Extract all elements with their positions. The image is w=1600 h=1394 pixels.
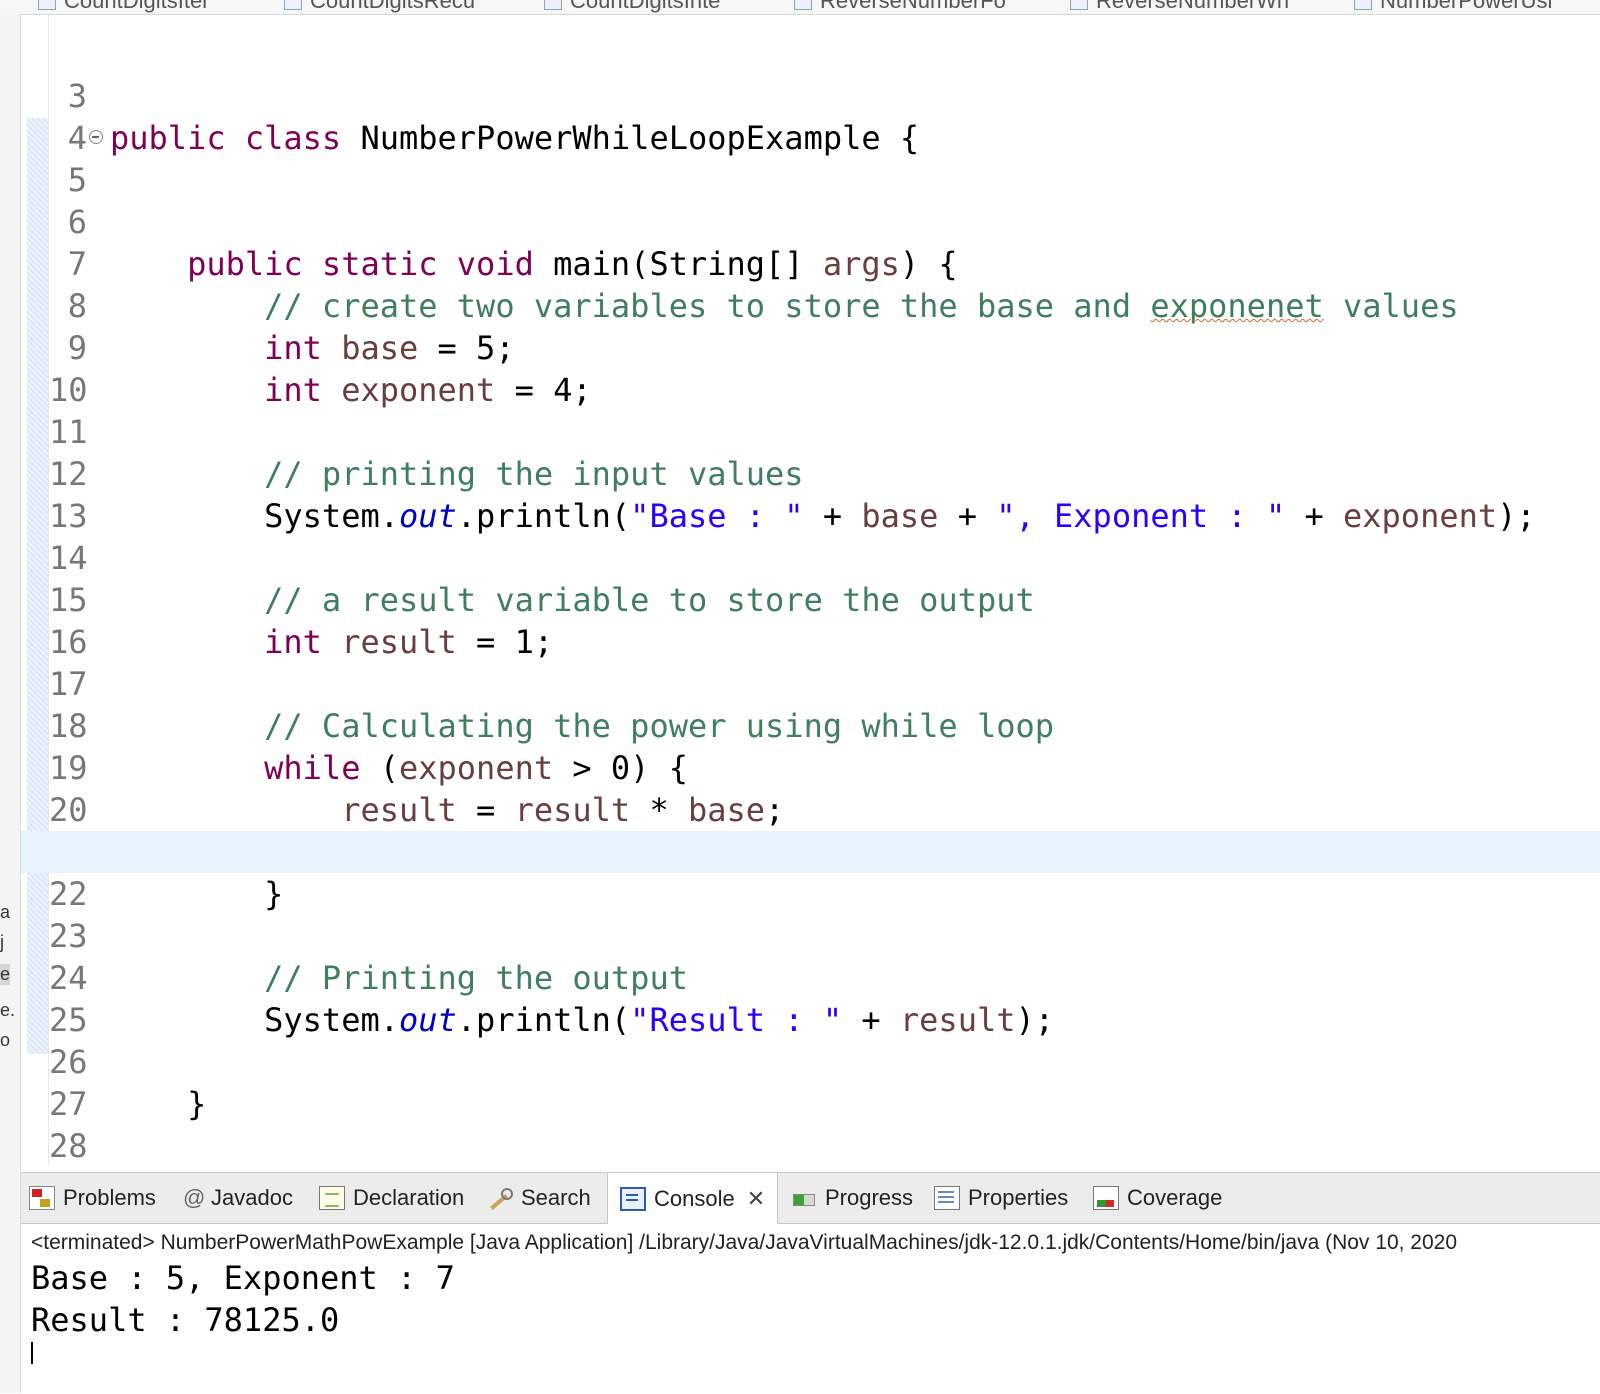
code-line-14[interactable]: 14 // a result variable to store the out…: [21, 495, 1600, 619]
code-line-21[interactable]: 21 }: [21, 789, 1600, 913]
text-caret: [31, 1342, 33, 1364]
editor-tab[interactable]: ReverseNumberWh: [1066, 0, 1289, 13]
tab-console[interactable]: Console ✕: [607, 1173, 779, 1224]
problems-icon: [29, 1186, 55, 1210]
tab-label: Javadoc: [211, 1185, 293, 1210]
tab-javadoc[interactable]: @ Javadoc: [183, 1173, 293, 1223]
code-line-24[interactable]: 24 System.out.println("Result : " + resu…: [21, 915, 1600, 1039]
code-editor[interactable]: 3 public class NumberPowerWhileLoopExamp…: [21, 15, 1600, 1165]
left-strip-char: a: [0, 902, 11, 922]
tab-coverage[interactable]: Coverage: [1093, 1173, 1222, 1223]
tab-properties[interactable]: Properties: [934, 1173, 1068, 1223]
declaration-icon: [319, 1186, 345, 1210]
search-icon: [487, 1186, 513, 1210]
code-line-10[interactable]: 10: [21, 327, 1600, 409]
tab-label: Problems: [63, 1185, 156, 1210]
code-line-22-current[interactable]: 22: [21, 831, 1600, 915]
console-output-line[interactable]: Base : 5, Exponent : 7: [31, 1259, 455, 1297]
tab-label: Search: [521, 1185, 591, 1210]
console-status-line: <terminated> NumberPowerMathPowExample […: [31, 1231, 1458, 1254]
editor-tab[interactable]: ReverseNumberFo: [790, 0, 1006, 13]
editor-tab[interactable]: CountDigitsRecu: [280, 0, 475, 13]
views-panel: Problems @ Javadoc Declaration Search Co…: [21, 1172, 1600, 1394]
code-line-25[interactable]: 25: [21, 957, 1600, 1039]
code-line-3[interactable]: 3 public class NumberPowerWhileLoopExamp…: [21, 33, 1600, 157]
tab-problems[interactable]: Problems: [29, 1173, 156, 1223]
code-line-12[interactable]: 12 System.out.println("Base : " + base +…: [21, 411, 1600, 535]
editor-tab[interactable]: NumberPowerUsi: [1350, 0, 1552, 13]
editor-tab-strip: CountDigitsIter CountDigitsRecu CountDig…: [0, 0, 1600, 15]
coverage-icon: [1093, 1186, 1119, 1210]
tab-label: Coverage: [1127, 1185, 1223, 1210]
code-line-7[interactable]: 7 // create two variables to store the b…: [21, 201, 1600, 325]
code-line-18[interactable]: 18 while (exponent > 0) {: [21, 663, 1600, 787]
view-tabs: Problems @ Javadoc Declaration Search Co…: [21, 1173, 1600, 1224]
tab-label: Progress: [825, 1185, 914, 1210]
tab-search[interactable]: Search: [487, 1173, 591, 1223]
console-icon: [620, 1186, 646, 1211]
left-view-strip: a j e e. o: [0, 14, 21, 1393]
code-line-26[interactable]: 26 }: [21, 999, 1600, 1123]
tab-progress[interactable]: Progress: [791, 1173, 913, 1223]
progress-icon: [791, 1186, 817, 1210]
code-line-13[interactable]: 13: [21, 453, 1600, 535]
code-line-5[interactable]: 5 public static void main(String[] args)…: [21, 117, 1600, 283]
code-line-4[interactable]: 4: [21, 75, 1600, 157]
tab-label: Properties: [968, 1185, 1069, 1210]
code-line-23[interactable]: 23 // Printing the output: [21, 873, 1600, 997]
console-output-line[interactable]: Result : 78125.0: [31, 1301, 339, 1339]
editor-tab[interactable]: CountDigitsIter: [34, 0, 210, 13]
tab-label: Console: [654, 1185, 735, 1211]
editor-tab[interactable]: CountDigitsInte: [540, 0, 720, 13]
left-strip-char: e: [0, 964, 11, 985]
code-line-6[interactable]: 6: [21, 159, 1600, 241]
fold-collapse-icon[interactable]: [89, 130, 103, 144]
code-line-20[interactable]: 20 exponent--;: [21, 747, 1600, 871]
code-line-17[interactable]: 17 // Calculating the power using while …: [21, 621, 1600, 745]
code-line-11[interactable]: 11 // printing the input values: [21, 369, 1600, 493]
left-strip-char: e.: [0, 1000, 16, 1020]
properties-icon: [934, 1186, 960, 1210]
tab-label: Declaration: [353, 1185, 465, 1210]
javadoc-icon: @: [183, 1185, 206, 1210]
code-line-16[interactable]: 16: [21, 579, 1600, 661]
code-line-27[interactable]: 27: [21, 1041, 1600, 1123]
code-line-29[interactable]: 29: [21, 1125, 1600, 1165]
left-strip-char: o: [0, 1030, 11, 1050]
code-line-28[interactable]: 28 }: [21, 1083, 1600, 1165]
code-line-19[interactable]: 19 result = result * base;: [21, 705, 1600, 829]
code-line-9[interactable]: 9 int exponent = 4;: [21, 285, 1600, 409]
left-strip-char: j: [0, 932, 4, 952]
code-line-15[interactable]: 15 int result = 1;: [21, 537, 1600, 661]
tab-declaration[interactable]: Declaration: [319, 1173, 464, 1223]
code-line-8[interactable]: 8 int base = 5;: [21, 243, 1600, 367]
close-icon[interactable]: ✕: [747, 1186, 765, 1212]
